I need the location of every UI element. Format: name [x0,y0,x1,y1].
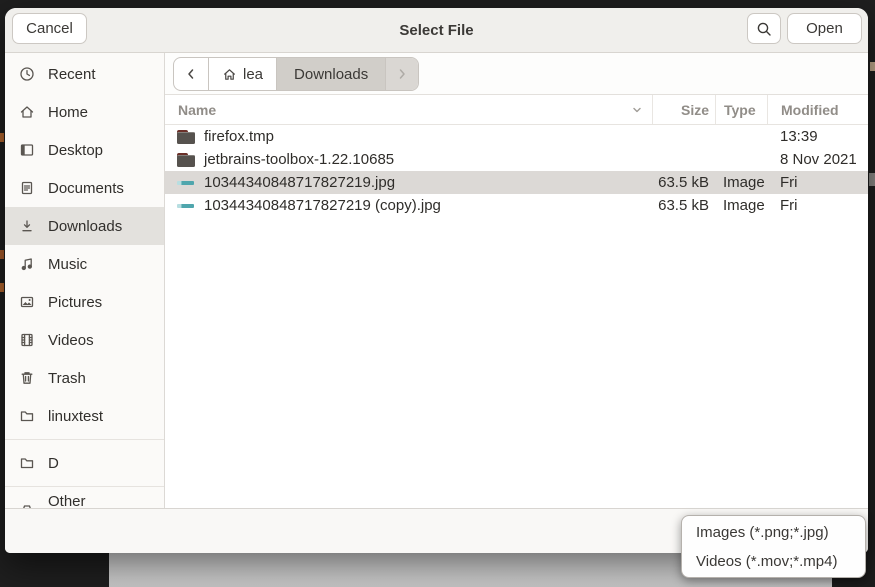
column-header-type[interactable]: Type [715,95,767,124]
home-icon [222,67,237,82]
sidebar-item-home[interactable]: Home [5,93,164,131]
open-button[interactable]: Open [787,13,862,44]
file-modified: Fri [767,174,868,191]
dialog-content: Recent Home Desktop Documents Downloads Music… [5,53,868,508]
file-name: 10344340848717827219.jpg [204,174,395,191]
pathbar-row: lea Downloads [165,53,868,95]
file-name: jetbrains-toolbox-1.22.10685 [204,151,394,168]
breadcrumb-home-button[interactable]: lea [209,58,277,90]
sidebar-item-linuxtest[interactable]: linuxtest [5,397,164,435]
sidebar-item-label: linuxtest [48,408,103,425]
dialog-headerbar: Cancel Select File Open [5,8,868,53]
sidebar-separator [5,439,164,440]
sidebar-item-desktop[interactable]: Desktop [5,131,164,169]
sidebar-item-label: Videos [48,332,94,349]
breadcrumb-home-label: lea [243,66,263,83]
filter-option[interactable]: Videos (*.mov;*.mp4) [682,547,865,576]
background-window-fragment [870,62,875,71]
sidebar-item-d[interactable]: D [5,444,164,482]
image-thumbnail-icon [177,199,195,213]
chevron-left-icon [185,68,197,80]
file-row[interactable]: jetbrains-toolbox-1.22.10685 8 Nov 2021 [165,148,868,171]
file-modified: 13:39 [767,128,868,145]
home-icon [19,104,35,120]
file-name-cell: 10344340848717827219.jpg [165,174,652,191]
file-size: 63.5 kB [652,174,715,191]
background-window-fragment [869,173,875,186]
file-modified: 8 Nov 2021 [767,151,868,168]
desktop-icon [19,142,35,158]
magnifier-icon [756,21,772,37]
column-header-name[interactable]: Name [165,95,652,124]
sidebar-item-recent[interactable]: Recent [5,55,164,93]
column-header-modified[interactable]: Modified [767,95,868,124]
breadcrumb: lea Downloads [173,57,419,91]
sidebar-item-label: Home [48,104,88,121]
sidebar-item-pictures[interactable]: Pictures [5,283,164,321]
file-name: 10344340848717827219 (copy).jpg [204,197,441,214]
sidebar-item-label: Pictures [48,294,102,311]
sidebar-item-other-locations[interactable]: Other Locations [5,491,164,508]
file-name-cell: 10344340848717827219 (copy).jpg [165,197,652,214]
file-name: firefox.tmp [204,128,274,145]
back-button[interactable] [174,58,209,90]
trash-icon [19,370,35,386]
sidebar-item-label: Downloads [48,218,122,235]
sidebar-item-label: Trash [48,370,86,387]
sidebar-item-downloads[interactable]: Downloads [5,207,164,245]
folder-icon [19,408,35,424]
sidebar-item-label: Other Locations [48,493,150,508]
list-column-headers: Name Size Type Modified [165,95,868,125]
sort-chevron-down-icon [631,104,643,116]
download-icon [19,218,35,234]
file-row[interactable]: 10344340848717827219.jpg 63.5 kBImageFri [165,171,868,194]
sidebar-item-label: D [48,455,59,472]
document-icon [19,180,35,196]
background-terminal-fragment [0,250,4,259]
folder-icon [177,153,195,167]
search-button[interactable] [747,13,781,44]
sidebar-item-videos[interactable]: Videos [5,321,164,359]
file-row[interactable]: 10344340848717827219 (copy).jpg 63.5 kBIm… [165,194,868,217]
sidebar-item-music[interactable]: Music [5,245,164,283]
sidebar-item-documents[interactable]: Documents [5,169,164,207]
places-sidebar: Recent Home Desktop Documents Downloads Music… [5,53,165,508]
column-header-name-label: Name [178,102,216,118]
file-type: Image [715,174,767,191]
sidebar-item-label: Desktop [48,142,103,159]
film-icon [19,332,35,348]
dialog-title: Select File [5,8,868,53]
music-icon [19,256,35,272]
filter-option[interactable]: Images (*.png;*.jpg) [682,518,865,547]
sidebar-item-label: Documents [48,180,124,197]
background-terminal-fragment [0,283,4,292]
file-modified: Fri [767,197,868,214]
forward-button[interactable] [386,58,418,90]
sidebar-item-trash[interactable]: Trash [5,359,164,397]
column-header-size[interactable]: Size [652,95,715,124]
folder-icon [177,130,195,144]
chevron-right-icon [396,68,408,80]
file-size: 63.5 kB [652,197,715,214]
file-row[interactable]: firefox.tmp 13:39 [165,125,868,148]
file-type: Image [715,197,767,214]
sidebar-separator [5,486,164,487]
file-name-cell: jetbrains-toolbox-1.22.10685 [165,151,652,168]
file-browser-pane: lea Downloads Name [165,53,868,508]
file-list: firefox.tmp 13:39 jetbrains-toolbox-1.22.1… [165,125,868,508]
folder-icon [19,455,35,471]
file-chooser-dialog: Cancel Select File Open Recent Home Deskto… [5,8,868,553]
picture-icon [19,294,35,310]
file-name-cell: firefox.tmp [165,128,652,145]
sidebar-item-label: Music [48,256,87,273]
clock-icon [19,66,35,82]
background-terminal-fragment [0,133,4,142]
file-filter-popup: Images (*.png;*.jpg)Videos (*.mov;*.mp4) [681,515,866,578]
sidebar-item-label: Recent [48,66,96,83]
image-thumbnail-icon [177,176,195,190]
breadcrumb-current-button[interactable]: Downloads [277,58,386,90]
